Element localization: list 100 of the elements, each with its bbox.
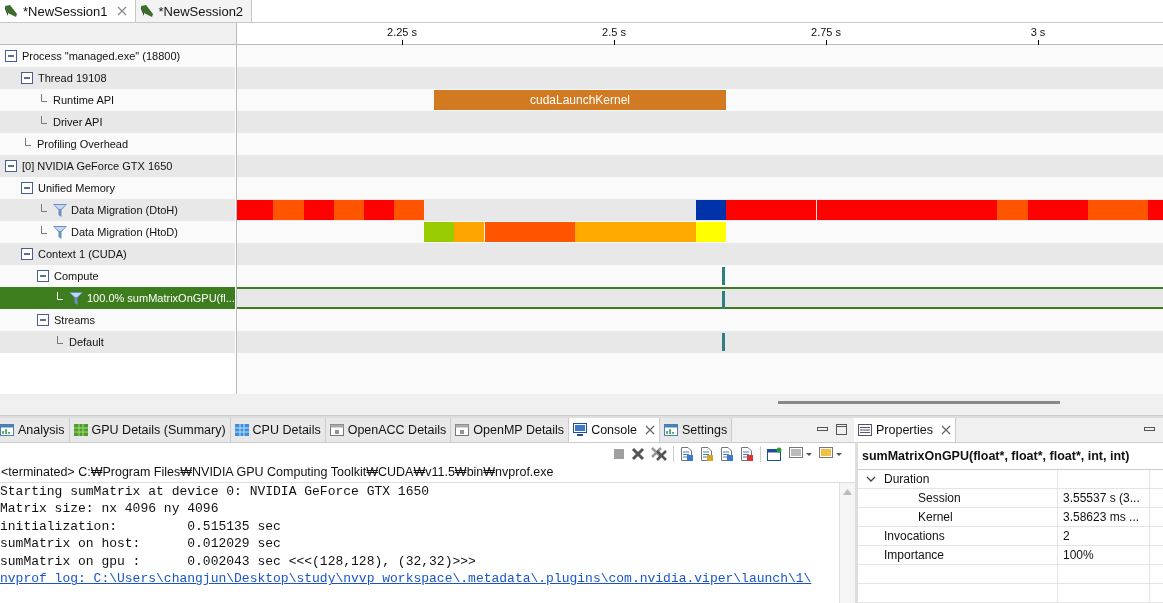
list-icon: [858, 424, 872, 436]
tick-label: 3 s: [1029, 26, 1047, 39]
log-link[interactable]: nvprof log: C:\Users\changjun\Desktop\study\nvvp_workspace\.metadata\.plugins\com.nvidia.viper\launch\1\: [0, 570, 839, 588]
view-tab[interactable]: Analysis: [0, 418, 70, 442]
tree-connector-icon: [41, 116, 47, 125]
tree-row[interactable]: Data Migration (HtoD): [0, 221, 235, 244]
console-icon: [573, 423, 588, 437]
window-icon: [455, 424, 470, 436]
tree-row[interactable]: Context 1 (CUDA): [0, 243, 235, 266]
chart-window-icon: [0, 424, 14, 436]
tree-connector-icon: [41, 226, 47, 235]
document-icon[interactable]: [740, 447, 754, 461]
tree-label: Driver API: [53, 116, 103, 129]
collapse-icon[interactable]: [37, 314, 49, 327]
tree-row[interactable]: Compute: [0, 265, 235, 288]
tree-row[interactable]: Thread 19108: [0, 67, 235, 90]
kernel-marker[interactable]: [722, 267, 725, 286]
tree-label: Data Migration (DtoH): [71, 204, 178, 217]
tree-connector-icon: [41, 204, 47, 213]
property-name: Session: [918, 491, 961, 505]
collapse-icon[interactable]: [21, 248, 33, 261]
tree-label: Compute: [54, 270, 99, 283]
tree-label: Runtime API: [53, 94, 115, 107]
scrollbar[interactable]: [839, 483, 855, 603]
monitor-icon[interactable]: [789, 447, 813, 461]
view-tab[interactable]: Console: [569, 418, 660, 442]
tree-label: Context 1 (CUDA): [38, 248, 127, 261]
remove-icon[interactable]: [631, 447, 645, 461]
view-tab[interactable]: OpenACC Details: [325, 418, 452, 442]
tree-label: Streams: [54, 314, 95, 327]
properties-title: sumMatrixOnGPU(float*, float*, float*, int, int): [858, 443, 1163, 470]
property-name: Kernel: [918, 510, 953, 524]
view-tab[interactable]: OpenMP Details: [451, 418, 570, 442]
tree-label: [0] NVIDIA GeForce GTX 1650: [22, 160, 173, 173]
window-icon: [329, 424, 344, 436]
table-icon: [234, 424, 249, 436]
remove-all-icon[interactable]: [651, 447, 667, 461]
tree-label: Unified Memory: [38, 182, 116, 195]
tree-connector-icon: [57, 292, 63, 301]
process-status: <terminated> C:₩Program Files₩NVIDIA GPU Computing Toolkit₩CUDA₩v11.5₩bin₩nvprof.exe: [0, 465, 555, 481]
tick-label: 2.75 s: [810, 26, 842, 39]
close-icon[interactable]: [941, 425, 951, 435]
tick-label: 2.25 s: [386, 26, 418, 39]
console-line: Starting sumMatrix at device 0: NVIDIA GeForce GTX 1650: [0, 483, 431, 501]
tree-row[interactable]: Data Migration (DtoH): [0, 199, 235, 222]
tree-label: Profiling Overhead: [37, 138, 129, 151]
session-icon: [139, 4, 154, 19]
collapse-icon[interactable]: [21, 182, 33, 195]
tree-label: Default: [69, 336, 104, 349]
view-tab[interactable]: Settings: [660, 418, 733, 442]
property-value: 2: [1063, 529, 1070, 543]
view-tab[interactable]: CPU Details: [230, 418, 326, 442]
property-name: Duration: [884, 472, 930, 486]
document-icon[interactable]: [720, 447, 734, 461]
console-line: sumMatrix on gpu : 0.002043 sec <<<(128,128), (32,32)>>>: [0, 553, 477, 571]
tick-label: 2.5 s: [601, 26, 627, 39]
close-icon[interactable]: [116, 6, 127, 17]
tree-row[interactable]: Driver API: [0, 111, 235, 134]
console-line: sumMatrix on host: 0.012029 sec: [0, 535, 282, 553]
property-name: Importance: [884, 548, 945, 562]
tree-row[interactable]: Streams: [0, 309, 235, 332]
properties-tab[interactable]: Properties: [854, 418, 956, 442]
tree-label: Process "managed.exe" (18800): [22, 50, 181, 63]
property-value: 3.55537 s (3...: [1063, 491, 1140, 505]
property-value: 3.58623 ms ...: [1063, 510, 1140, 524]
tree-row[interactable]: [0] NVIDIA GeForce GTX 1650: [0, 155, 235, 178]
tree-row[interactable]: Profiling Overhead: [0, 133, 235, 156]
maximize-icon[interactable]: [836, 424, 847, 436]
kernel-marker[interactable]: [722, 291, 725, 310]
stop-icon[interactable]: [613, 448, 625, 460]
document-icon[interactable]: [700, 447, 714, 461]
tree-row[interactable]: Unified Memory: [0, 177, 235, 200]
close-icon[interactable]: [645, 425, 655, 435]
grid-icon: [73, 424, 88, 436]
console-line: Matrix size: nx 4096 ny 4096: [0, 500, 220, 518]
collapse-icon[interactable]: [37, 270, 49, 283]
tree-row[interactable]: Default: [0, 331, 235, 354]
console-line: initialization: 0.515135 sec: [0, 518, 282, 536]
collapse-icon[interactable]: [5, 160, 17, 173]
collapse-icon[interactable]: [21, 72, 33, 85]
tree-row[interactable]: Process "managed.exe" (18800): [0, 45, 235, 68]
tree-label: 100.0% sumMatrixOnGPU(fl...: [87, 292, 235, 305]
session-tab[interactable]: *NewSession2: [135, 0, 253, 23]
tree-row[interactable]: 100.0% sumMatrixOnGPU(fl...: [0, 287, 235, 310]
property-value: 100%: [1063, 548, 1094, 562]
tree-connector-icon: [25, 138, 31, 147]
tree-label: Data Migration (HtoD): [71, 226, 178, 239]
view-tab[interactable]: GPU Details (Summary): [69, 418, 231, 442]
document-icon[interactable]: [680, 447, 694, 461]
tree-connector-icon: [41, 94, 47, 103]
tree-connector-icon: [57, 336, 63, 345]
collapse-icon[interactable]: [5, 50, 17, 63]
scrollbar-thumb[interactable]: [778, 400, 1060, 404]
chevron-icon[interactable]: [866, 475, 876, 483]
migration-segment[interactable]: [696, 200, 726, 221]
session-icon: [4, 4, 18, 19]
chart-window-icon: [664, 424, 678, 436]
kernel-marker[interactable]: [722, 333, 725, 352]
property-name: Invocations: [884, 529, 945, 543]
tree-row[interactable]: Runtime API: [0, 89, 235, 112]
